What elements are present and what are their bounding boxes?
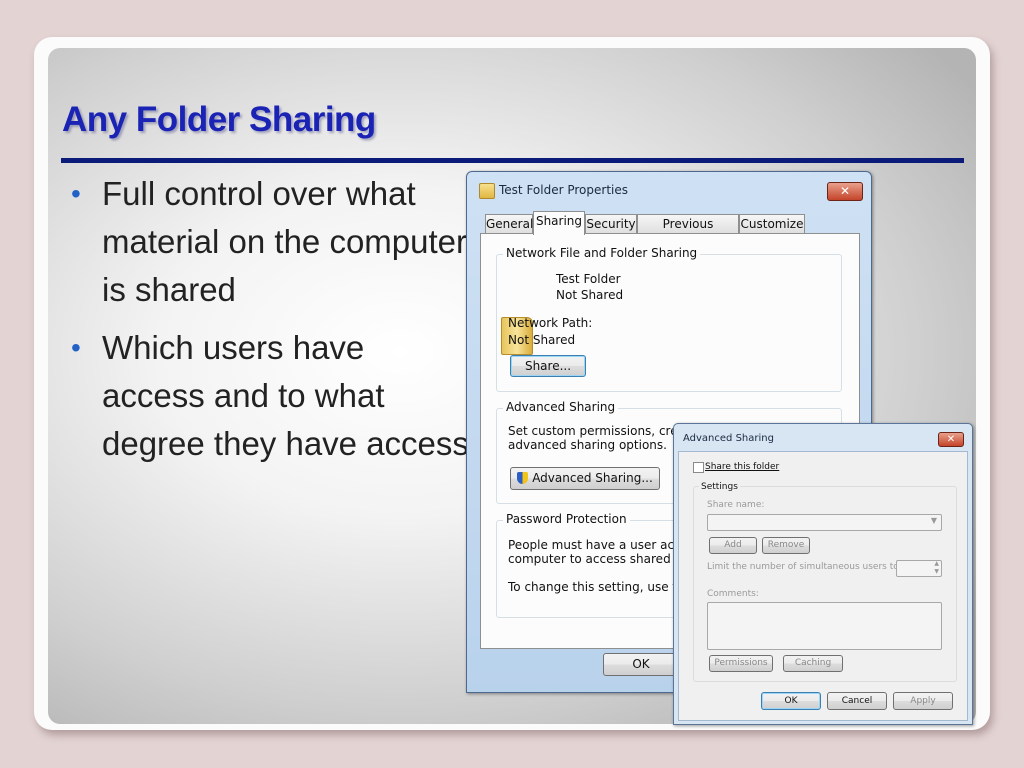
network-path-label: Network Path: [508,316,593,330]
chevron-down-icon: ▼ [930,516,937,525]
share-button[interactable]: Share... [510,355,586,377]
advanced-sharing-button[interactable]: Advanced Sharing... [510,467,660,490]
caching-button[interactable]: Caching [783,655,843,672]
advanced-sharing-body: Share this folder Settings Share name: ▼… [678,451,968,721]
tab-general[interactable]: General [485,214,533,234]
network-sharing-label: Network File and Folder Sharing [503,246,701,260]
user-limit-spinner[interactable]: ▲ ▼ [896,560,942,577]
bullet-dot-icon: • [71,332,81,363]
comments-textarea[interactable] [707,602,942,650]
tab-sharing[interactable]: Sharing [533,211,585,235]
permissions-button[interactable]: Permissions [709,655,773,672]
share-name-label: Share name: [707,500,765,510]
limit-users-label: Limit the number of simultaneous users t… [707,562,902,572]
password-line3-text: To change this setting, use the [508,580,696,594]
properties-titlebar[interactable]: Test Folder Properties ✕ [467,172,871,208]
share-folder-label[interactable]: Share this folder [705,462,779,472]
tab-security[interactable]: Security [585,214,637,234]
ok-button[interactable]: OK [761,692,821,710]
title-divider [61,158,964,163]
settings-label: Settings [699,482,740,492]
bullet-text: Full control over what material on the c… [102,175,468,308]
add-button[interactable]: Add [709,537,757,554]
slide-title: Any Folder Sharing [62,100,376,139]
bullet-item: • Full control over what material on the … [66,170,476,314]
tab-customize[interactable]: Customize [739,214,805,234]
apply-button[interactable]: Apply [893,692,953,710]
bullet-dot-icon: • [71,178,81,209]
advanced-sharing-group-label: Advanced Sharing [503,400,619,414]
network-path-value: Not Shared [508,333,576,347]
advanced-sharing-button-label: Advanced Sharing... [532,471,653,485]
folder-icon [479,183,495,199]
close-button[interactable]: ✕ [827,182,863,201]
password-protection-label: Password Protection [503,512,630,526]
share-folder-checkbox[interactable] [693,462,704,473]
bullet-text: Which users have access and to what degr… [102,329,469,462]
close-button[interactable]: ✕ [938,432,964,447]
properties-title: Test Folder Properties [499,183,628,197]
advanced-description-line2: advanced sharing options. [508,438,667,452]
remove-button[interactable]: Remove [762,537,810,554]
cancel-button[interactable]: Cancel [827,692,887,710]
advanced-sharing-dialog: Advanced Sharing ✕ Share this folder Set… [673,423,973,725]
bullet-list: • Full control over what material on the … [66,170,476,478]
uac-shield-icon [517,472,529,484]
tab-previous-versions[interactable]: Previous Versions [637,214,739,250]
folder-status: Not Shared [556,288,624,302]
ok-button[interactable]: OK [603,653,679,676]
folder-name: Test Folder [556,272,621,286]
spinner-arrows-icon: ▲ ▼ [934,560,939,575]
password-line1: People must have a user accour [508,538,701,552]
comments-label: Comments: [707,589,759,599]
advanced-sharing-title: Advanced Sharing [683,433,774,444]
bullet-item: • Which users have access and to what deg… [66,324,476,468]
share-name-combobox[interactable]: ▼ [707,514,942,531]
